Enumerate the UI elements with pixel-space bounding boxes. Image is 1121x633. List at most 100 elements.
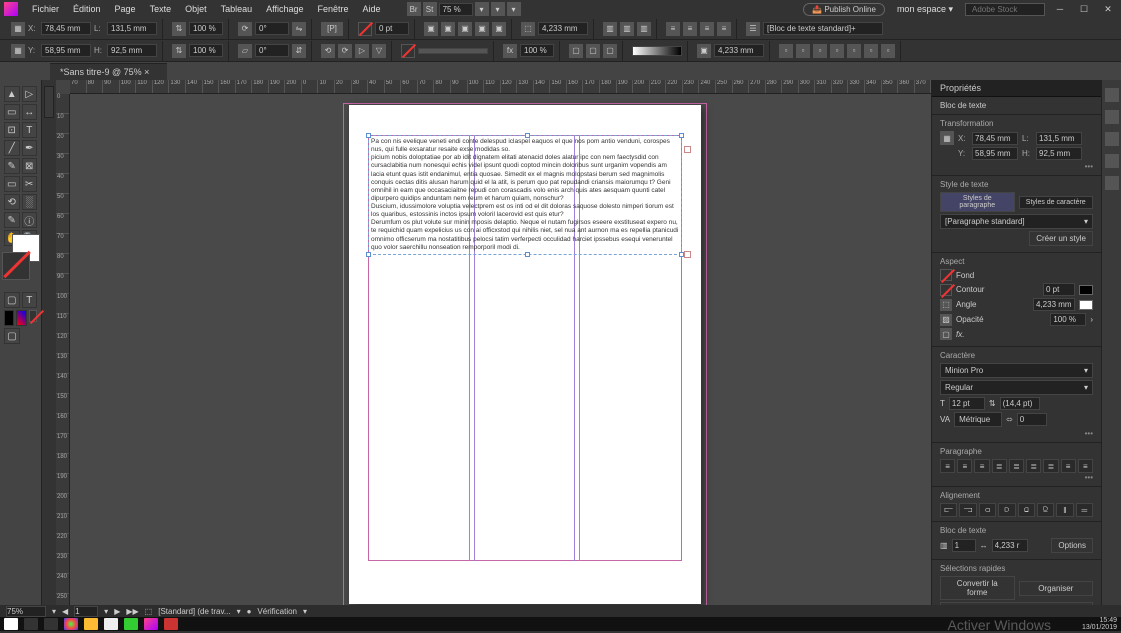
shear-icon[interactable]: ▱ [238, 44, 252, 58]
gutter-field[interactable] [714, 44, 764, 57]
menu-text[interactable]: Texte [144, 2, 178, 16]
opacity-field[interactable] [520, 44, 554, 57]
align-vc-icon[interactable]: ⫑ [1018, 503, 1035, 517]
prop-w-field[interactable] [1036, 132, 1082, 145]
create-style-button[interactable]: Créer un style [1029, 231, 1093, 246]
bridge-icon[interactable]: Br [407, 2, 421, 16]
mail-icon[interactable] [104, 618, 118, 630]
u2-icon[interactable]: ▫ [796, 44, 810, 58]
menu-view[interactable]: Affichage [260, 2, 309, 16]
justify-left-icon[interactable]: ≣ [992, 459, 1007, 473]
document-tab[interactable]: *Sans titre-9 @ 75% × [50, 63, 167, 80]
wrap-opt-a-icon[interactable]: ▢ [569, 44, 583, 58]
direct-sel-tool[interactable]: ▷ [22, 86, 38, 102]
font-size-field[interactable] [949, 397, 985, 410]
ref-point-icon[interactable]: ▦ [11, 22, 25, 36]
align-hc-icon[interactable]: ⫎ [959, 503, 976, 517]
system-tray[interactable]: 15:49 13/01/2019 [1082, 617, 1117, 631]
cortana-icon[interactable] [24, 618, 38, 630]
minimize-icon[interactable]: ─ [1051, 4, 1069, 14]
para-styles-tab[interactable]: Styles de paragraphe [940, 192, 1015, 212]
wrap-bound-icon[interactable]: ▣ [441, 22, 455, 36]
align-right-icon[interactable]: ≡ [974, 459, 989, 473]
u5-icon[interactable]: ▫ [847, 44, 861, 58]
menu-file[interactable]: Fichier [26, 2, 65, 16]
stroke-style-dd[interactable] [418, 48, 488, 54]
layers-panel-icon[interactable] [1105, 110, 1119, 124]
none-icon[interactable] [29, 310, 37, 322]
h-field[interactable] [107, 44, 157, 57]
fill-color-swatch[interactable] [940, 269, 952, 281]
stroke-weight-field[interactable] [375, 22, 409, 35]
gradient-tool[interactable]: ░ [22, 194, 38, 210]
format-text-icon[interactable]: T [22, 292, 38, 308]
stroke-style-sw[interactable] [1079, 285, 1093, 295]
valign-mid-icon[interactable]: ≡ [683, 22, 697, 36]
char-panel-icon[interactable]: [P] [321, 22, 343, 36]
u7-icon[interactable]: ▫ [881, 44, 895, 58]
out-port[interactable] [684, 146, 691, 153]
frame-tool[interactable]: ⊠ [22, 158, 38, 174]
x-field[interactable] [41, 22, 91, 35]
opacity-val-field[interactable] [1050, 313, 1086, 326]
corner-field[interactable] [538, 22, 588, 35]
cols-icon[interactable]: ▥ [603, 22, 617, 36]
menu-object[interactable]: Objet [179, 2, 213, 16]
wrap-opt-b-icon[interactable]: ▢ [586, 44, 600, 58]
u6-icon[interactable]: ▫ [864, 44, 878, 58]
y-field[interactable] [41, 44, 91, 57]
pen-tool[interactable]: ✒ [22, 140, 38, 156]
scale-y-field[interactable] [189, 44, 223, 57]
color-profile-label[interactable]: [Standard] (de trav... [158, 607, 230, 616]
stock-icon[interactable]: St [423, 2, 437, 16]
wrap-shape-icon[interactable]: ▣ [458, 22, 472, 36]
chrome-icon[interactable] [64, 618, 78, 630]
align-spine-icon[interactable]: ≡ [1061, 459, 1076, 473]
wrap-next-icon[interactable]: ▣ [492, 22, 506, 36]
swatches-panel-icon[interactable] [1105, 154, 1119, 168]
frame-options-button[interactable]: Options [1051, 538, 1093, 553]
leading-field[interactable] [1000, 397, 1040, 410]
start-icon[interactable] [4, 618, 18, 630]
u4-icon[interactable]: ▫ [830, 44, 844, 58]
text-frame[interactable]: Pa con nis evelique veneti endi conte de… [368, 135, 682, 255]
maximize-icon[interactable]: ☐ [1075, 4, 1093, 15]
para-style-dd[interactable]: [Paragraphe standard]▾ [940, 214, 1093, 229]
screen-icon[interactable]: ▾ [507, 2, 521, 16]
font-family-dd[interactable]: Minion Pro▾ [940, 363, 1093, 378]
rotate-field[interactable] [255, 22, 289, 35]
u1-icon[interactable]: ▫ [779, 44, 793, 58]
gap-tool[interactable]: ↔ [22, 104, 38, 120]
rect-tool[interactable]: ▭ [4, 176, 20, 192]
scale-x-field[interactable] [189, 22, 223, 35]
sb-page-field[interactable] [74, 606, 98, 617]
view-dd-icon[interactable]: ▾ [475, 2, 489, 16]
app5-icon[interactable] [124, 618, 138, 630]
cols2-icon[interactable]: ▥ [620, 22, 634, 36]
prop-y-field[interactable] [972, 147, 1018, 160]
convert-shape-button[interactable]: Convertir la forme [940, 576, 1015, 600]
align-b-icon[interactable]: ⫒ [1037, 503, 1054, 517]
tracking-field[interactable] [1017, 413, 1047, 426]
pencil-tool[interactable]: ✎ [4, 158, 20, 174]
properties-tab[interactable]: Propriétés [932, 80, 1101, 97]
valign-just-icon[interactable]: ≡ [717, 22, 731, 36]
pages-panel-icon[interactable] [1105, 88, 1119, 102]
publish-online-button[interactable]: 📤 Publish Online [803, 3, 885, 16]
dist-v-icon[interactable]: ═ [1076, 503, 1093, 517]
line-tool[interactable]: ╱ [4, 140, 20, 156]
align-t-icon[interactable]: ⫐ [998, 503, 1015, 517]
wrap-jump-icon[interactable]: ▣ [475, 22, 489, 36]
scissors-tool[interactable]: ✂ [22, 176, 38, 192]
page[interactable]: Pa con nis evelique veneti endi conte de… [349, 105, 701, 604]
shear-field[interactable] [255, 44, 289, 57]
page-tool[interactable]: ▭ [4, 104, 20, 120]
justify-center-icon[interactable]: ≣ [1009, 459, 1024, 473]
cc-panel-icon[interactable] [1105, 176, 1119, 190]
preflight-label[interactable]: Vérification [257, 607, 297, 616]
rot-90-icon[interactable]: ⟳ [338, 44, 352, 58]
align-left-icon[interactable]: ≡ [940, 459, 955, 473]
u3-icon[interactable]: ▫ [813, 44, 827, 58]
stroke-color-swatch[interactable] [940, 284, 952, 296]
wrap-opt-c-icon[interactable]: ▢ [603, 44, 617, 58]
